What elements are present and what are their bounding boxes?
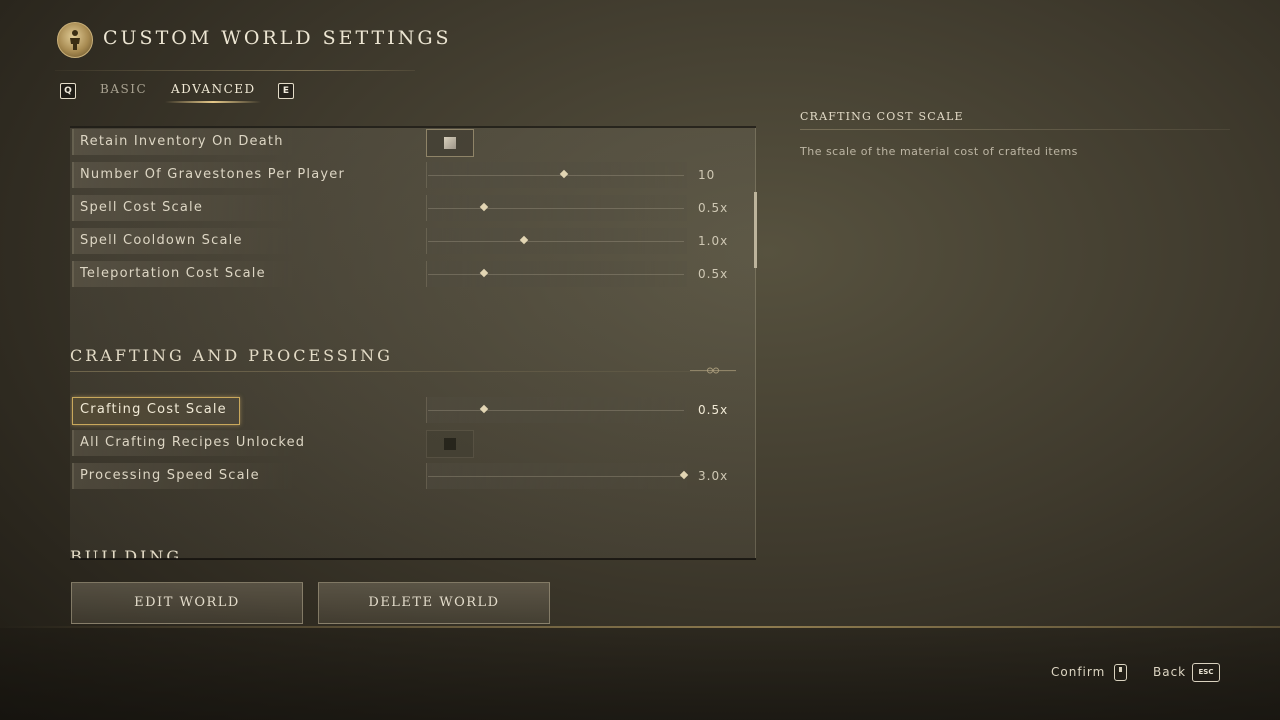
panel-top-border [70, 126, 756, 128]
panel-bottom-border [70, 558, 756, 560]
slider-track [428, 208, 684, 209]
setting-row-recipes-unlocked[interactable]: All Crafting Recipes Unlocked [72, 430, 742, 458]
setting-row-spell-cooldown[interactable]: Spell Cooldown Scale 1.0x [72, 228, 742, 256]
checkbox-checked-mark [444, 137, 456, 149]
prev-tab-key[interactable]: Q [60, 83, 76, 99]
detail-title: Crafting Cost Scale [800, 110, 964, 123]
next-tab-key[interactable]: E [278, 83, 294, 99]
back-action[interactable]: Back [1153, 665, 1186, 679]
active-tab-indicator [165, 101, 261, 103]
scrollbar-thumb[interactable] [754, 192, 757, 268]
footer-divider [0, 626, 1280, 628]
confirm-action[interactable]: Confirm [1051, 665, 1105, 679]
slider-value: 0.5x [698, 267, 729, 281]
slider-value: 0.5x [698, 403, 729, 417]
setting-label: All Crafting Recipes Unlocked [80, 435, 306, 450]
mouse-click-icon [1114, 664, 1127, 681]
character-emblem-icon [57, 22, 93, 58]
setting-row-crafting-cost[interactable]: Crafting Cost Scale 0.5x [72, 397, 742, 425]
setting-label: Crafting Cost Scale [80, 402, 227, 417]
setting-label: Teleportation Cost Scale [80, 266, 266, 281]
slider-track [428, 476, 684, 477]
detail-divider [800, 129, 1230, 130]
header: Custom World Settings [55, 20, 449, 71]
slider-track [428, 175, 684, 176]
setting-label: Spell Cooldown Scale [80, 233, 243, 248]
esc-key-icon[interactable]: ESC [1192, 663, 1220, 682]
slider-value: 0.5x [698, 201, 729, 215]
setting-label: Retain Inventory On Death [80, 134, 284, 149]
setting-row-processing-speed[interactable]: Processing Speed Scale 3.0x [72, 463, 742, 491]
tab-basic[interactable]: Basic [100, 82, 147, 96]
slider-track [428, 241, 684, 242]
slider-track [428, 274, 684, 275]
section-divider [70, 371, 736, 372]
detail-description: The scale of the material cost of crafte… [800, 145, 1078, 158]
setting-row-teleportation-cost[interactable]: Teleportation Cost Scale 0.5x [72, 261, 742, 289]
slider-value: 10 [698, 168, 716, 182]
retain-inventory-checkbox[interactable] [426, 129, 474, 157]
ornament-icon [690, 367, 736, 374]
setting-row-gravestones[interactable]: Number Of Gravestones Per Player 10 [72, 162, 742, 190]
setting-row-spell-cost[interactable]: Spell Cost Scale 0.5x [72, 195, 742, 223]
slider-track [428, 410, 684, 411]
setting-row-retain-inventory[interactable]: Retain Inventory On Death [72, 129, 742, 157]
tab-advanced[interactable]: Advanced [171, 82, 256, 96]
section-title-crafting: Crafting and Processing [70, 346, 393, 365]
edit-world-button[interactable]: Edit World [71, 582, 303, 624]
setting-label: Spell Cost Scale [80, 200, 204, 215]
checkbox-unchecked-mark [444, 438, 456, 450]
recipes-unlocked-checkbox[interactable] [426, 430, 474, 458]
slider-value: 1.0x [698, 234, 729, 248]
title-divider [55, 70, 415, 71]
settings-panel: Retain Inventory On Death Number Of Grav… [70, 126, 756, 559]
page-title: Custom World Settings [103, 27, 452, 49]
setting-label: Processing Speed Scale [80, 468, 260, 483]
delete-world-button[interactable]: Delete World [318, 582, 550, 624]
setting-label: Number Of Gravestones Per Player [80, 167, 346, 182]
slider-value: 3.0x [698, 469, 729, 483]
